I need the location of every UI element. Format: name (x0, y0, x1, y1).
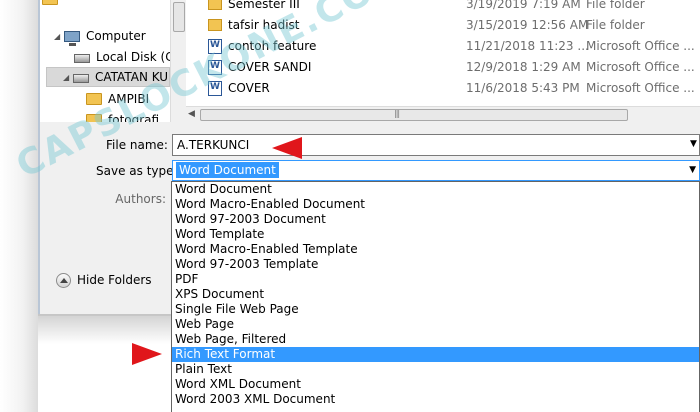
folder-icon (208, 19, 222, 31)
file-date: 3/19/2019 7:19 AM (466, 0, 581, 11)
file-name: COVER (228, 81, 270, 95)
scrollbar-thumb[interactable] (200, 109, 628, 121)
dropdown-option[interactable]: Word Document (172, 182, 699, 197)
file-type: File folder (586, 18, 645, 32)
red-arrow-icon (272, 137, 302, 159)
save-as-type-select[interactable]: Word Document ▼ (172, 160, 700, 181)
nav-item-ampibi[interactable]: AMPIBI (86, 89, 149, 109)
scrollbar-grip-icon: ||| (394, 109, 400, 118)
folder-icon (86, 114, 102, 122)
file-name: COVER SANDI (228, 60, 312, 74)
hide-folders-button[interactable]: Hide Folders (56, 270, 152, 290)
save-as-type-dropdown: Word Document Word Macro-Enabled Documen… (171, 181, 700, 412)
chevron-down-icon[interactable]: ▼ (689, 165, 696, 175)
file-name: tafsir hadist (228, 18, 300, 32)
nav-item-label: Computer (86, 29, 146, 43)
dropdown-option[interactable]: Word 2003 XML Document (172, 392, 699, 407)
file-row[interactable]: tafsir hadist 3/15/2019 12:56 AM File fo… (186, 15, 700, 36)
nav-item-fotografi[interactable]: fotografi (86, 110, 159, 122)
file-date: 12/9/2018 1:29 AM (466, 60, 581, 74)
file-name: contoh feature (228, 39, 317, 53)
word-doc-icon (208, 39, 222, 54)
dropdown-option[interactable]: XPS Document (172, 287, 699, 302)
file-row[interactable]: COVER SANDI 12/9/2018 1:29 AM Microsoft … (186, 57, 700, 78)
dropdown-option[interactable]: Word 97-2003 Document (172, 212, 699, 227)
file-name: Semester III (228, 0, 300, 11)
file-type: File folder (586, 0, 645, 11)
dropdown-option[interactable]: Web Page, Filtered (172, 332, 699, 347)
file-row[interactable]: contoh feature 11/21/2018 11:23 ... Micr… (186, 36, 700, 57)
computer-icon (64, 30, 80, 46)
navigation-pane: ◢ Computer Local Disk (C: ◢ CATATAN KU A… (40, 0, 170, 122)
file-date: 11/21/2018 11:23 ... (466, 39, 589, 53)
dropdown-option[interactable]: Plain Text (172, 362, 699, 377)
folder-icon (42, 0, 58, 5)
file-row[interactable]: COVER 11/6/2018 5:43 PM Microsoft Office… (186, 78, 700, 99)
scrollbar-thumb[interactable] (173, 2, 185, 32)
hide-folders-label: Hide Folders (77, 273, 152, 287)
save-as-type-value: Word Document (176, 162, 279, 178)
nav-item-computer[interactable]: ◢ Computer (54, 26, 146, 46)
dropdown-option[interactable]: Word Template (172, 227, 699, 242)
word-doc-icon (208, 81, 222, 96)
dropdown-option[interactable]: Word XML Document (172, 377, 699, 392)
nav-item-label: fotografi (108, 113, 160, 122)
file-row[interactable]: Semester III 3/19/2019 7:19 AM File fold… (186, 0, 700, 15)
nav-item-label: AMPIBI (108, 92, 150, 106)
save-as-type-label: Save as type: (96, 164, 178, 178)
dropdown-option[interactable]: Word Macro-Enabled Document (172, 197, 699, 212)
chevron-up-icon (56, 272, 71, 288)
drive-icon (74, 53, 90, 63)
file-name-label: File name: (106, 138, 168, 152)
nav-vertical-scrollbar[interactable] (170, 0, 186, 122)
window-frame (0, 0, 38, 412)
dropdown-option[interactable]: Single File Web Page (172, 302, 699, 317)
dropdown-option[interactable]: PDF (172, 272, 699, 287)
file-date: 11/6/2018 5:43 PM (466, 81, 580, 95)
nav-item-partial[interactable] (42, 0, 64, 9)
file-name-input[interactable] (172, 134, 700, 156)
dialog-shadow (38, 314, 178, 344)
red-arrow-icon (132, 343, 162, 365)
nav-item-catatan-ku[interactable]: ◢ CATATAN KU (46, 67, 170, 87)
dropdown-option[interactable]: Web Page (172, 317, 699, 332)
file-list: Semester III 3/19/2019 7:19 AM File fold… (186, 0, 700, 106)
collapse-arrow-icon[interactable]: ◢ (54, 32, 64, 41)
folder-icon (208, 0, 222, 10)
file-type: Microsoft Office ... (586, 60, 695, 74)
drive-icon (73, 73, 89, 83)
nav-item-local-disk[interactable]: Local Disk (C: (74, 47, 170, 67)
file-type: Microsoft Office ... (586, 39, 695, 53)
scroll-left-icon[interactable]: ◀ (188, 109, 195, 119)
authors-label: Authors: (115, 192, 166, 206)
file-date: 3/15/2019 12:56 AM (466, 18, 589, 32)
file-list-horizontal-scrollbar[interactable]: ◀ ||| (186, 106, 700, 123)
folder-icon (86, 93, 102, 105)
nav-item-label: Local Disk (C: (96, 50, 170, 64)
dropdown-option-highlighted[interactable]: Rich Text Format (172, 347, 699, 362)
collapse-arrow-icon[interactable]: ◢ (63, 73, 73, 82)
dropdown-option[interactable]: Word 97-2003 Template (172, 257, 699, 272)
file-type: Microsoft Office ... (586, 81, 695, 95)
dropdown-option[interactable]: Word Macro-Enabled Template (172, 242, 699, 257)
nav-item-label: CATATAN KU (95, 70, 169, 84)
word-doc-icon (208, 60, 222, 75)
